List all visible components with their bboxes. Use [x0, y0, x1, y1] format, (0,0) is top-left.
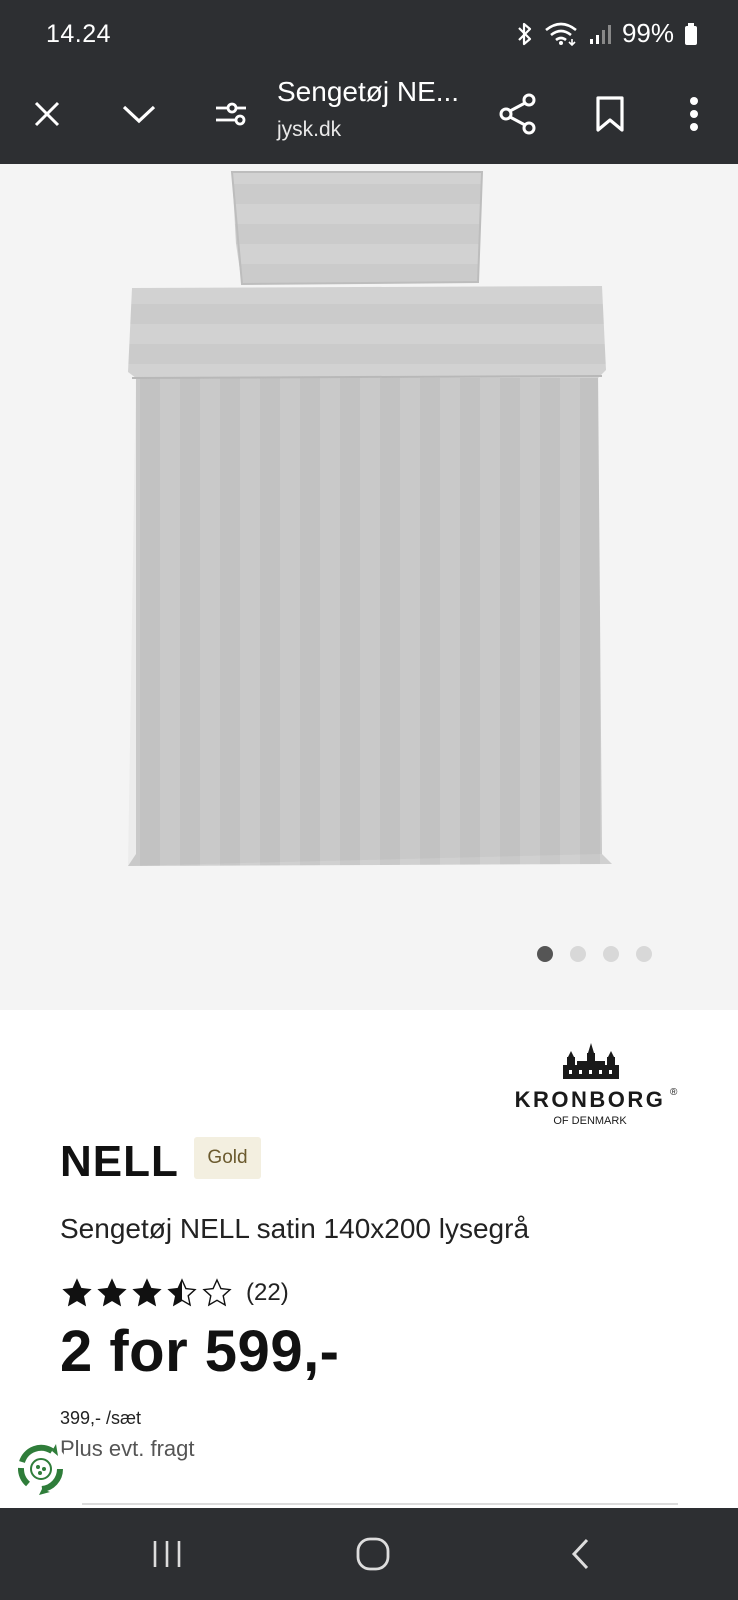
star-icon — [202, 1278, 232, 1307]
status-icons: 99% — [516, 18, 698, 49]
rating-stars — [60, 1278, 234, 1308]
product-price: 2 for 599,- — [60, 1319, 340, 1384]
signal-icon — [588, 22, 612, 46]
battery-icon — [684, 22, 698, 46]
star-icon — [97, 1278, 127, 1307]
wifi-icon — [544, 22, 578, 46]
more-vert-icon[interactable] — [666, 86, 722, 142]
castle-icon — [563, 1043, 619, 1079]
tune-icon[interactable] — [203, 86, 259, 142]
product-rating[interactable]: (22) — [60, 1278, 289, 1308]
product-description: Sengetøj NELL satin 140x200 lysegrå — [60, 1213, 530, 1244]
page-title[interactable]: Sengetøj NE... — [277, 76, 459, 108]
gallery-pagination — [537, 946, 652, 962]
close-icon[interactable] — [19, 86, 75, 142]
back-icon[interactable] — [551, 1530, 611, 1578]
share-icon[interactable] — [490, 86, 546, 142]
brand-registered: ® — [670, 1087, 678, 1098]
bookmark-icon[interactable] — [582, 86, 638, 142]
gallery-dot[interactable] — [603, 946, 619, 962]
page-url[interactable]: jysk.dk — [277, 118, 341, 142]
gallery-dot[interactable] — [636, 946, 652, 962]
system-nav-bar — [0, 1508, 738, 1600]
battery-level: 99% — [621, 18, 674, 48]
review-count[interactable]: (22) — [246, 1279, 289, 1307]
bluetooth-icon — [516, 22, 534, 46]
status-bar: 14.24 99% — [0, 0, 738, 68]
product-image-gallery[interactable] — [0, 164, 738, 1010]
recent-apps-icon[interactable] — [137, 1530, 197, 1578]
brand-name: KRONBORG — [514, 1087, 666, 1112]
quality-badge: Gold — [194, 1137, 261, 1179]
brand-tagline: OF DENMARK — [553, 1115, 627, 1127]
status-time: 14.24 — [46, 20, 112, 48]
chevron-down-icon[interactable] — [111, 86, 167, 142]
product-name: NELL — [60, 1137, 179, 1186]
shipping-note: Plus evt. fragt — [60, 1436, 195, 1461]
brand-logo[interactable]: KRONBORG ® OF DENMARK — [505, 1043, 685, 1129]
gallery-dot[interactable] — [570, 946, 586, 962]
star-icon — [167, 1278, 197, 1307]
gallery-dot[interactable] — [537, 946, 553, 962]
star-icon — [132, 1278, 162, 1307]
unit-price: 399,- /sæt — [60, 1408, 142, 1428]
star-icon — [62, 1278, 92, 1307]
home-icon[interactable] — [343, 1530, 403, 1578]
divider — [82, 1503, 678, 1505]
product-image — [128, 171, 612, 866]
browser-toolbar: Sengetøj NE... jysk.dk — [0, 68, 738, 164]
recycle-icon[interactable] — [12, 1440, 70, 1498]
